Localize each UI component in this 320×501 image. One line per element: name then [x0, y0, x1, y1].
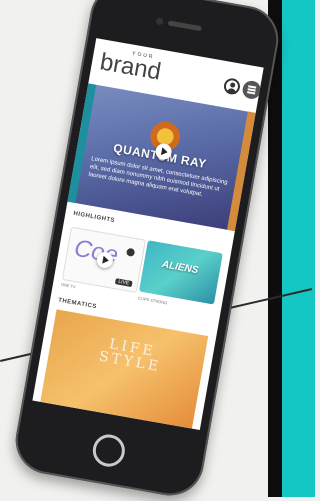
card-caption: ONE TV	[60, 281, 77, 290]
thematic-title: LIFE STYLE	[97, 336, 163, 376]
record-icon	[125, 247, 136, 257]
card-caption: CLIPS STRONG	[137, 295, 168, 306]
highlight-card[interactable]: Coe LIVE	[61, 226, 147, 294]
section-highlights-title: HIGHLIGHTS	[72, 210, 116, 225]
highlight-card[interactable]: ALIENS	[138, 240, 223, 305]
background-teal-strip	[282, 0, 315, 497]
user-icon[interactable]	[222, 77, 242, 96]
phone-frame: YOUR brand QUANTUM RAY Lorem ipsum dolor…	[10, 0, 284, 501]
section-thematics-title: THEMATICS	[57, 297, 98, 311]
app-screen: YOUR brand QUANTUM RAY Lorem ipsum dolor…	[32, 38, 264, 431]
card-art: Coe	[72, 234, 121, 269]
live-badge: LIVE	[114, 278, 133, 288]
card-art: ALIENS	[161, 259, 200, 277]
